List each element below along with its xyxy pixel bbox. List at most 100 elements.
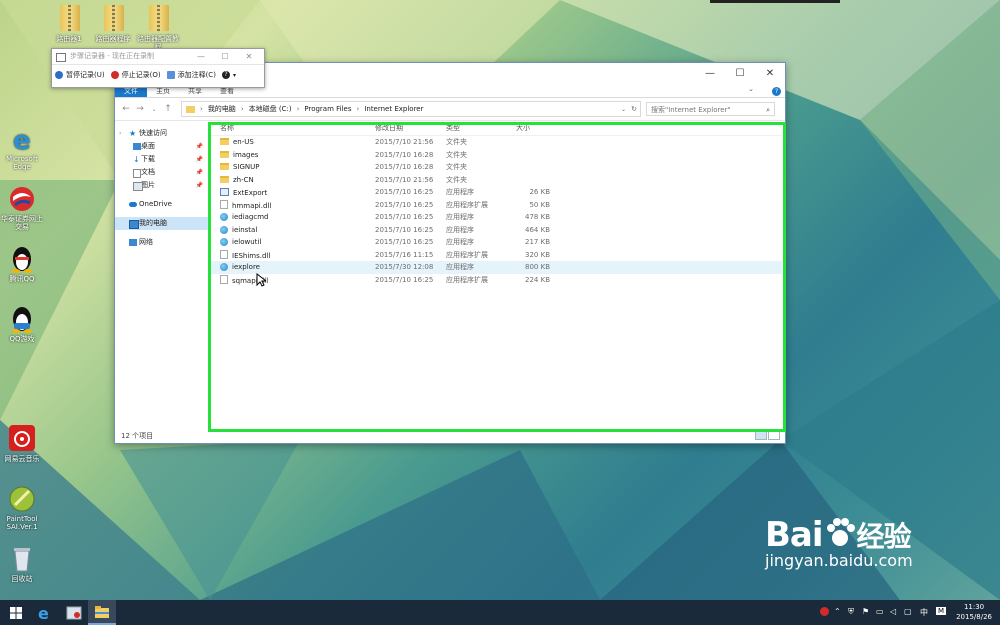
download-arrow-icon: ↓ [133,155,140,164]
desktop-icon-qqgame[interactable]: QQ游戏 [0,305,44,343]
add-comment-button[interactable]: 添加注释(C) [166,70,216,80]
tray-volume-icon[interactable]: ◁ [890,607,896,616]
recent-dropdown-icon[interactable]: ⌄ [147,106,161,113]
stop-record-button[interactable]: 停止记录(O) [110,70,161,80]
steps-recorder-close-button[interactable]: ✕ [238,49,260,64]
desktop-icon-huatai[interactable]: 华泰证券网上交易 [0,185,44,231]
column-type[interactable]: 类型 [436,123,506,133]
file-row[interactable]: ExtExport 2015/7/10 16:25 应用程序 26 KB [210,186,782,199]
breadcrumb-local-disk[interactable]: 本地磁盘 (C:) [249,104,292,114]
tray-expand-icon[interactable]: ⌃ [834,607,841,616]
explorer-minimize-button[interactable]: — [695,63,725,85]
file-type: 应用程序扩展 [446,200,488,209]
breadcrumb-internet-explorer[interactable]: Internet Explorer [364,105,423,113]
ribbon-expand-icon[interactable]: ⌄ [748,85,754,97]
help-button[interactable]: ? ▾ [221,71,236,79]
taskbar-steps-recorder[interactable] [60,600,88,625]
tray-flag-icon[interactable]: ⚑ [862,607,869,616]
file-row[interactable]: sqmapi.dll 2015/7/10 16:25 应用程序扩展 224 KB [210,274,782,287]
tray-shield-icon[interactable]: ⛨ [848,607,854,617]
address-bar[interactable]: › 我的电脑 › 本地磁盘 (C:) › Program Files › Int… [181,101,641,117]
desktop-icon-label: 华泰证券网上交易 [1,215,43,231]
steps-recorder-titlebar[interactable]: 步骤记录器 - 现在正在录制 — ☐ ✕ [52,49,264,64]
desktop-icon-qq[interactable]: 腾讯QQ [0,245,44,283]
nav-network[interactable]: 网络 [115,236,209,249]
steps-recorder-minimize-button[interactable]: — [190,49,212,64]
refresh-icon[interactable]: ↻ [631,105,637,113]
comment-icon [166,71,175,79]
desktop-icon-recycle-bin[interactable]: 回收站 [0,545,44,583]
taskbar-file-explorer[interactable] [88,600,116,625]
file-date: 2015/7/10 21:56 [375,138,434,147]
file-row[interactable]: en-US 2015/7/10 21:56 文件夹 [210,136,782,149]
tray-notification-icon[interactable]: ▢ [904,607,912,616]
nav-downloads[interactable]: ↓ 下载 📌 [115,153,209,166]
taskbar-edge[interactable]: e [30,600,58,625]
file-type: 文件夹 [446,138,467,147]
column-name[interactable]: 名称 [210,123,365,133]
desktop-folder-3[interactable]: 路由器配置教程 [136,5,180,51]
search-box[interactable]: 搜索"Internet Explorer" ⌕ [646,102,775,116]
nav-quick-access[interactable]: › ★ 快速访问 [115,127,209,140]
desktop-folder-1[interactable]: 路由器1 [47,5,91,43]
file-type: 应用程序 [446,188,474,197]
tray-ime-mode[interactable]: M [936,607,947,615]
pin-icon: 📌 [195,156,203,163]
file-type: 应用程序扩展 [446,275,488,284]
file-type: 应用程序 [446,213,474,222]
file-row[interactable]: iexplore 2015/7/30 12:08 应用程序 800 KB [210,261,782,274]
desktop-icon-netease-music[interactable]: 网易云音乐 [0,425,44,463]
collapse-icon[interactable]: › [119,127,121,140]
desktop-folder-2[interactable]: 路由器程序 [91,5,135,43]
nav-pictures[interactable]: 图片 📌 [115,179,209,192]
nav-onedrive[interactable]: OneDrive [115,198,209,211]
file-row[interactable]: zh-CN 2015/7/10 21:56 文件夹 [210,174,782,187]
file-row[interactable]: images 2015/7/10 16:28 文件夹 [210,149,782,162]
pause-record-button[interactable]: 暂停记录(U) [55,70,105,80]
help-icon[interactable]: ? [772,86,781,96]
column-size[interactable]: 大小 [506,123,554,133]
up-arrow-icon[interactable]: ↑ [161,104,175,114]
recycle-bin-icon [14,548,30,572]
steps-recorder-maximize-button[interactable]: ☐ [214,49,236,64]
file-date: 2015/7/10 16:25 [375,213,434,222]
breadcrumb-my-computer[interactable]: 我的电脑 [208,104,236,114]
details-view-icon[interactable] [755,429,767,440]
large-icons-view-icon[interactable] [768,429,780,440]
forward-arrow-icon[interactable]: → [133,104,147,114]
tray-input-language[interactable]: 中 [920,607,928,618]
file-row[interactable]: iediagcmd 2015/7/10 16:25 应用程序 478 KB [210,211,782,224]
tray-app-icon[interactable] [820,607,829,618]
desktop-icon-painttool-sai[interactable]: PaintTool SAI.Ver.1 [0,485,44,531]
start-button[interactable] [2,600,30,625]
breadcrumb-separator-icon[interactable]: › [200,105,203,113]
nav-documents[interactable]: 文档 📌 [115,166,209,179]
explorer-maximize-button[interactable]: ☐ [725,63,755,85]
clock[interactable]: 11:30 2015/8/26 [956,602,992,622]
nav-desktop[interactable]: 桌面 📌 [115,140,209,153]
file-row[interactable]: ieinstal 2015/7/10 16:25 应用程序 464 KB [210,224,782,237]
desktop-icon-label: 回收站 [11,575,33,583]
desktop-icon-edge[interactable]: e Microsoft Edge [0,125,44,171]
explorer-close-button[interactable]: ✕ [755,63,785,85]
breadcrumb-separator-icon[interactable]: › [357,105,360,113]
nav-label: 快速访问 [139,129,167,137]
column-date-modified[interactable]: 修改日期 [365,123,436,133]
nav-this-pc[interactable]: 我的电脑 [115,217,209,230]
desktop-icon-label: PaintTool SAI.Ver.1 [6,515,38,531]
address-dropdown-icon[interactable]: ⌄ [621,106,626,113]
file-row[interactable]: IEShims.dll 2015/7/16 11:15 应用程序扩展 320 KB [210,249,782,262]
tray-network-icon[interactable]: ▭ [876,607,884,616]
search-icon[interactable]: ⌕ [766,103,770,117]
nav-label: 网络 [139,238,153,246]
network-icon [129,239,137,246]
back-arrow-icon[interactable]: ← [119,104,133,114]
search-placeholder: 搜索"Internet Explorer" [651,106,731,114]
folder-icon [95,605,109,618]
breadcrumb-program-files[interactable]: Program Files [304,105,351,113]
file-row[interactable]: ielowutil 2015/7/10 16:25 应用程序 217 KB [210,236,782,249]
breadcrumb-separator-icon[interactable]: › [241,105,244,113]
file-row[interactable]: SIGNUP 2015/7/10 16:28 文件夹 [210,161,782,174]
breadcrumb-separator-icon[interactable]: › [297,105,300,113]
file-row[interactable]: hmmapi.dll 2015/7/10 16:25 应用程序扩展 50 KB [210,199,782,212]
